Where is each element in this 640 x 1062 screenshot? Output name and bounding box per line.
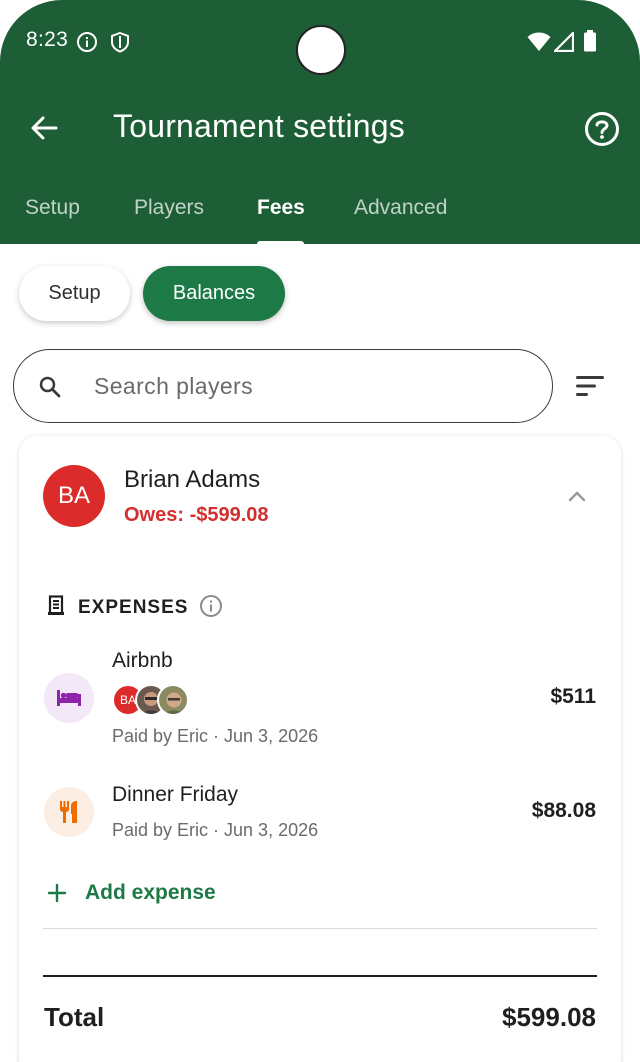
help-button[interactable] <box>583 110 621 148</box>
expense-amount: $511 <box>550 685 596 708</box>
back-button[interactable] <box>26 110 62 146</box>
expenses-header: EXPENSES <box>47 594 223 623</box>
expense-subtitle: Paid by Eric · Jun 3, 2026 <box>112 726 319 746</box>
tab-bar: Setup Players Fees Advanced <box>0 186 640 245</box>
tab-players[interactable]: Players <box>134 196 204 220</box>
total-divider <box>43 975 597 977</box>
expense-title: Airbnb <box>112 649 173 672</box>
expense-amount: $88.08 <box>531 799 596 822</box>
tab-indicator <box>257 241 304 245</box>
wifi-icon <box>527 32 551 57</box>
info-icon <box>76 31 98 58</box>
participant-avatar <box>157 684 189 716</box>
tab-advanced[interactable]: Advanced <box>354 196 447 220</box>
sort-button[interactable] <box>574 374 606 398</box>
bed-icon <box>44 673 94 723</box>
divider <box>43 928 597 929</box>
add-expense-label: Add expense <box>85 881 216 904</box>
signal-icon <box>552 30 575 57</box>
owes-amount: Owes: -$599.08 <box>124 504 269 526</box>
player-card: BA Brian Adams Owes: -$599.08 EXPENSES A… <box>19 436 621 1062</box>
page-title: Tournament settings <box>113 108 405 144</box>
total-label: Total <box>44 1002 105 1032</box>
shield-icon <box>109 31 131 58</box>
receipt-icon <box>47 594 65 622</box>
status-time: 8:23 <box>26 28 69 51</box>
camera-cutout <box>296 25 346 75</box>
tab-fees[interactable]: Fees <box>257 196 305 220</box>
sort-icon <box>576 376 604 396</box>
arrow-back-icon <box>31 116 58 140</box>
plus-icon <box>47 883 67 903</box>
avatar: BA <box>43 465 105 527</box>
add-expense-button[interactable]: Add expense <box>47 878 216 908</box>
app-bar: 8:23 Tournament settings Setup Players F… <box>0 0 640 245</box>
search-field[interactable] <box>13 349 553 423</box>
collapse-button[interactable] <box>565 486 589 506</box>
battery-icon <box>583 30 597 57</box>
expense-subtitle: Paid by Eric · Jun 3, 2026 <box>112 820 319 840</box>
info-outline-icon[interactable] <box>199 594 223 623</box>
expenses-heading: EXPENSES <box>78 597 189 618</box>
search-icon <box>38 375 62 404</box>
chevron-up-icon <box>568 491 586 502</box>
total-value: $599.08 <box>502 1002 596 1032</box>
segment-balances[interactable]: Balances <box>143 266 285 321</box>
status-bar: 8:23 <box>0 0 640 84</box>
expense-title: Dinner Friday <box>112 783 239 806</box>
segment-setup[interactable]: Setup <box>19 266 130 321</box>
player-name: Brian Adams <box>124 466 261 493</box>
search-input[interactable] <box>94 370 514 402</box>
restaurant-icon <box>44 787 94 837</box>
help-icon <box>585 112 619 146</box>
tab-setup[interactable]: Setup <box>25 196 80 220</box>
